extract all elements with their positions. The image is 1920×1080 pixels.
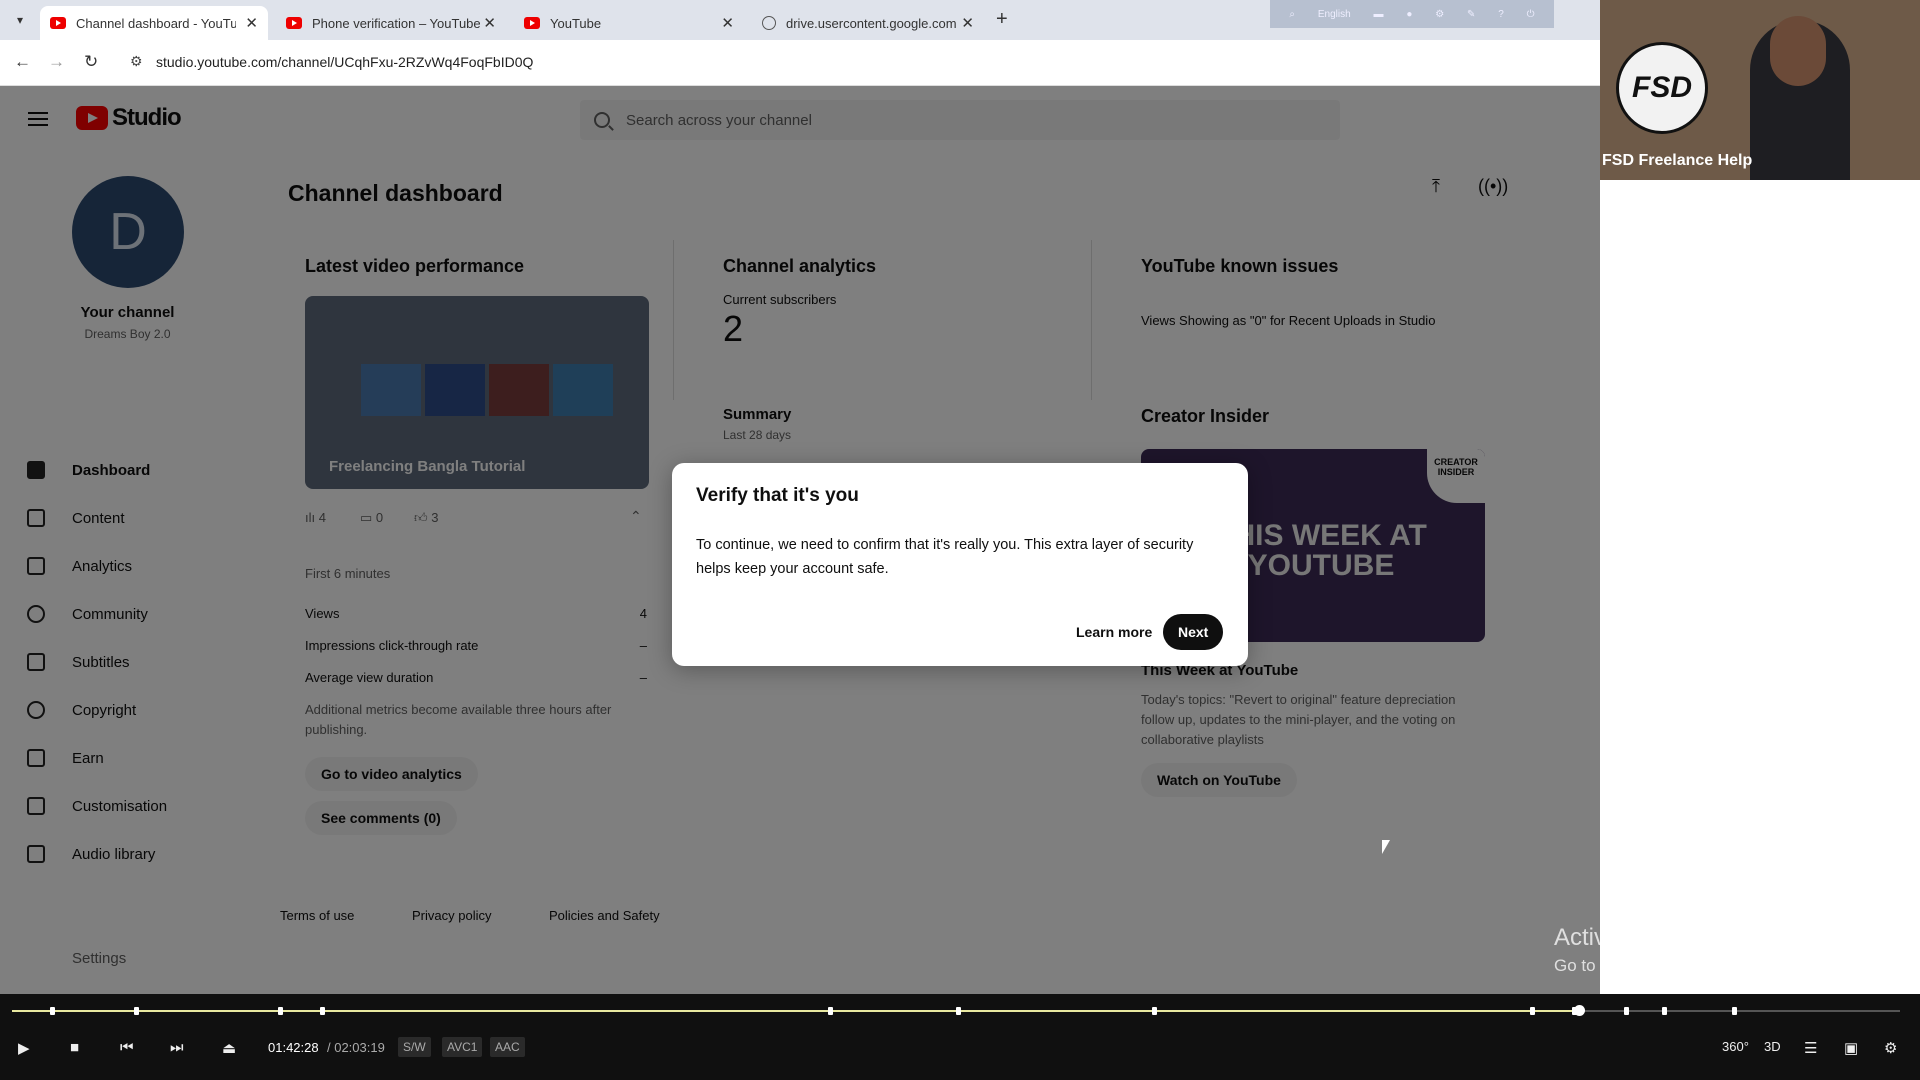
tab-youtube[interactable]: YouTube ✕ xyxy=(514,6,744,40)
chapter-marker xyxy=(956,1007,961,1015)
tab-label: drive.usercontent.google.com xyxy=(786,15,957,31)
verify-dialog: Verify that it's you To continue, we nee… xyxy=(672,463,1248,666)
watermark-line2: Go to Settings to activate Windows. xyxy=(1554,956,1823,975)
mouse-cursor-icon xyxy=(1382,840,1390,854)
close-icon[interactable]: ✕ xyxy=(961,14,974,32)
gear-icon[interactable]: ⚙ xyxy=(1435,9,1444,20)
minus-icon[interactable]: ▬ xyxy=(1373,9,1383,20)
format-tag: AAC xyxy=(490,1037,525,1057)
url-field[interactable]: studio.youtube.com/channel/UCqhFxu-2RZvW… xyxy=(156,54,533,70)
new-tab-plus-icon[interactable]: + xyxy=(996,8,1008,31)
presenter-face xyxy=(1770,16,1826,86)
tab-channel-dashboard[interactable]: Channel dashboard - YouTube ✕ xyxy=(40,6,268,40)
seek-handle[interactable] xyxy=(1574,1005,1586,1016)
chapter-marker xyxy=(50,1007,55,1015)
chapter-marker xyxy=(1662,1007,1667,1015)
chapter-marker xyxy=(828,1007,833,1015)
stop-icon[interactable]: ■ xyxy=(70,1039,79,1056)
current-time: 01:42:28 xyxy=(268,1040,319,1055)
tab-phone-verification[interactable]: Phone verification – YouTube ✕ xyxy=(276,6,506,40)
watermark-line1: Activate Windows xyxy=(1554,924,1744,951)
pen-icon[interactable]: ✎ xyxy=(1467,9,1475,20)
zoom-icon[interactable]: ⌕ xyxy=(1289,9,1295,20)
tab-list-chevron-icon[interactable]: ▾ xyxy=(8,8,32,32)
webcam-label: FSD Freelance Help xyxy=(1602,152,1753,169)
forward-arrow-icon[interactable]: → xyxy=(48,52,65,72)
person-icon[interactable]: ● xyxy=(1406,9,1412,20)
tab-label: Phone verification – YouTube xyxy=(312,15,481,31)
total-time: / 02:03:19 xyxy=(327,1040,385,1055)
browser-tab-bar: ▾ Channel dashboard - YouTube ✕ Phone ve… xyxy=(0,0,1600,40)
activate-windows-watermark: Activate Windows Go to Settings to activ… xyxy=(1554,924,1822,976)
chapter-marker xyxy=(1732,1007,1737,1015)
tab-label: Channel dashboard - YouTube xyxy=(76,15,236,31)
close-icon[interactable]: ✕ xyxy=(483,14,496,32)
youtube-icon xyxy=(524,17,540,29)
help-icon[interactable]: ? xyxy=(1498,9,1504,20)
chapter-marker xyxy=(1624,1007,1629,1015)
format-tag: S/W xyxy=(398,1037,431,1057)
tab-drive-usercontent[interactable]: drive.usercontent.google.com ✕ xyxy=(752,6,984,40)
chapter-marker xyxy=(320,1007,325,1015)
chapter-marker xyxy=(1530,1007,1535,1015)
vr-360-button[interactable]: 360° xyxy=(1722,1039,1749,1054)
power-icon[interactable]: ⏻ xyxy=(1527,9,1535,20)
previous-icon[interactable]: ⏮ xyxy=(120,1039,134,1056)
tab-label: YouTube xyxy=(550,15,602,31)
fsd-logo: FSD xyxy=(1616,42,1708,134)
close-icon[interactable]: ✕ xyxy=(721,14,734,32)
close-icon[interactable]: ✕ xyxy=(245,14,258,32)
globe-icon xyxy=(762,16,776,30)
settings-gear-icon[interactable]: ⚙ xyxy=(1884,1039,1897,1057)
youtube-icon xyxy=(286,17,302,29)
playlist-icon[interactable]: ☰ xyxy=(1804,1039,1817,1057)
site-info-icon[interactable]: ⚙ xyxy=(130,53,143,70)
chapter-marker xyxy=(1152,1007,1157,1015)
address-bar: ← → ↻ ⚙ studio.youtube.com/channel/UCqhF… xyxy=(0,40,1600,86)
3d-button[interactable]: 3D xyxy=(1764,1039,1781,1054)
reload-icon[interactable]: ↻ xyxy=(84,52,98,72)
extension-toolbar: ⌕ English ▬ ● ⚙ ✎ ? ⏻ xyxy=(1270,0,1554,28)
seek-progress xyxy=(12,1010,1580,1012)
youtube-icon xyxy=(50,17,66,29)
dialog-title: Verify that it's you xyxy=(696,485,859,506)
next-button[interactable]: Next xyxy=(1163,614,1224,650)
chapter-marker xyxy=(278,1007,283,1015)
eject-icon[interactable]: ⏏ xyxy=(222,1039,236,1057)
seek-bar[interactable] xyxy=(12,1005,1900,1016)
webcam-overlay: FSD FSD Freelance Help xyxy=(1600,0,1920,180)
language-label[interactable]: English xyxy=(1318,9,1351,20)
next-icon[interactable]: ⏭ xyxy=(170,1039,184,1056)
format-tag: AVC1 xyxy=(442,1037,483,1057)
learn-more-button[interactable]: Learn more xyxy=(1062,615,1166,649)
play-icon[interactable]: ▶ xyxy=(18,1039,30,1057)
media-player-bar: ▶ ■ ⏮ ⏭ ⏏ 01:42:28 / 02:03:19 S/W AVC1 A… xyxy=(0,994,1920,1080)
chapter-marker xyxy=(134,1007,139,1015)
back-arrow-icon[interactable]: ← xyxy=(14,52,31,72)
window-icon[interactable]: ▣ xyxy=(1844,1039,1858,1057)
dialog-body: To continue, we need to confirm that it'… xyxy=(696,537,1194,577)
